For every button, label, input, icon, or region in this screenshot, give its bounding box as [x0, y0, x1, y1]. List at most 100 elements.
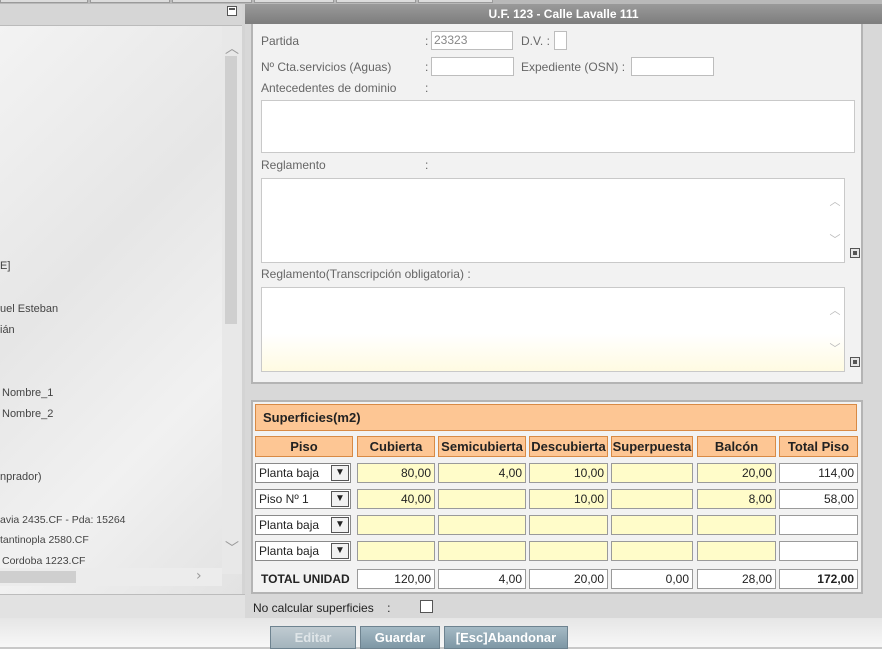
descubierta-cell[interactable] [529, 515, 608, 535]
semicubierta-cell[interactable] [438, 489, 526, 509]
chevron-down-icon[interactable]: ▼ [331, 517, 349, 533]
cubierta-cell[interactable]: 40,00 [357, 489, 435, 509]
expand-icon[interactable] [850, 248, 860, 258]
list-item[interactable]: avia 2435.CF - Pda: 15264 [0, 514, 126, 526]
colon: : [425, 81, 429, 95]
chevron-up-icon[interactable]: ︿ [225, 38, 239, 58]
abandonar-button[interactable]: [Esc]Abandonar [444, 626, 568, 649]
balcon-cell[interactable] [697, 515, 776, 535]
cubierta-cell[interactable] [357, 515, 435, 535]
descubierta-cell[interactable] [529, 541, 608, 561]
list-item[interactable]: Nombre_2 [2, 408, 53, 420]
tab[interactable] [172, 0, 252, 3]
list-item[interactable]: Cordoba 1223.CF [2, 555, 85, 567]
expediente-field[interactable] [631, 57, 714, 76]
scrollbar-thumb[interactable] [225, 56, 237, 324]
left-panel-header [0, 4, 242, 26]
tab[interactable] [336, 0, 416, 3]
descubierta-cell[interactable]: 10,00 [529, 489, 608, 509]
partida-label: Partida [261, 34, 300, 48]
no-calcular-checkbox[interactable] [420, 600, 433, 613]
total-descubierta: 20,00 [529, 569, 608, 589]
semicubierta-cell[interactable] [438, 515, 526, 535]
list-item[interactable]: tantinopla 2580.CF [0, 534, 89, 546]
piso-select-value: Piso Nº 1 [259, 492, 309, 506]
total-piso-cell: 58,00 [779, 489, 858, 509]
superpuesta-cell[interactable] [611, 515, 693, 535]
chevron-down-icon[interactable]: ▼ [331, 543, 349, 559]
colon: : [425, 60, 429, 74]
dv-label: D.V. : [521, 34, 550, 48]
list-item[interactable]: uel Esteban [0, 303, 58, 315]
chevron-up-icon[interactable]: ︿ [828, 302, 842, 318]
no-calcular-text: No calcular superficies [253, 601, 374, 615]
tab[interactable] [90, 0, 170, 3]
balcon-cell[interactable]: 20,00 [697, 463, 776, 483]
reglamento-label: Reglamento [261, 158, 326, 172]
column-header: Superpuesta [611, 436, 693, 457]
piso-select[interactable]: Planta baja ▼ [255, 463, 351, 483]
expand-icon[interactable] [850, 357, 860, 367]
chevron-down-icon[interactable]: ﹀ [828, 231, 842, 247]
antecedentes-textarea[interactable] [261, 100, 855, 153]
total-balcon: 28,00 [697, 569, 776, 589]
chevron-up-icon[interactable]: ︿ [828, 193, 842, 209]
piso-select[interactable]: Planta baja ▼ [255, 541, 351, 561]
chevron-down-icon[interactable]: ﹀ [225, 538, 239, 558]
tab[interactable] [254, 0, 334, 3]
superpuesta-cell[interactable] [611, 489, 693, 509]
list-item[interactable]: E] [0, 260, 10, 272]
cta-servicios-field[interactable] [431, 57, 514, 76]
total-semicubierta: 4,00 [438, 569, 526, 589]
total-unidad-label: TOTAL UNIDAD [261, 572, 350, 586]
minimize-icon[interactable] [227, 6, 237, 16]
reglamento-transcripcion-textarea[interactable]: ︿ ﹀ [261, 287, 845, 372]
piso-select[interactable]: Planta baja ▼ [255, 515, 351, 535]
column-header: Semicubierta [438, 436, 526, 457]
list-item[interactable]: Nombre_1 [2, 387, 53, 399]
descubierta-cell[interactable]: 10,00 [529, 463, 608, 483]
superpuesta-cell[interactable] [611, 463, 693, 483]
colon: : [387, 601, 391, 615]
antecedentes-label: Antecedentes de dominio [261, 81, 397, 95]
column-header: Total Piso [779, 436, 858, 457]
piso-select[interactable]: Piso Nº 1 ▼ [255, 489, 351, 509]
reglamento-transcripcion-label: Reglamento(Transcripción obligatoria) : [261, 267, 471, 281]
action-bar: Editar Guardar [Esc]Abandonar [0, 618, 882, 649]
reglamento-textarea[interactable]: ︿ ﹀ [261, 178, 845, 263]
window-title: U.F. 123 - Calle Lavalle 111 [245, 4, 882, 24]
superficies-section: Superficies(m2) Piso Cubierta Semicubier… [251, 400, 863, 594]
column-header: Balcón [697, 436, 776, 457]
chevron-right-icon[interactable]: › [196, 568, 202, 584]
cubierta-cell[interactable]: 80,00 [357, 463, 435, 483]
chevron-down-icon[interactable]: ﹀ [828, 340, 842, 356]
scrollbar-thumb[interactable] [0, 571, 76, 583]
balcon-cell[interactable]: 8,00 [697, 489, 776, 509]
list-item[interactable]: nprador) [0, 471, 42, 483]
guardar-button[interactable]: Guardar [360, 626, 440, 649]
left-list-pane: E] uel Esteban ián Nombre_1 Nombre_2 npr… [0, 26, 242, 594]
partida-field[interactable]: 23323 [431, 31, 513, 50]
horizontal-scrollbar[interactable]: › [0, 568, 222, 586]
column-header: Descubierta [529, 436, 608, 457]
chevron-down-icon[interactable]: ▼ [331, 465, 349, 481]
list-item[interactable]: ián [0, 324, 15, 336]
vertical-scrollbar[interactable]: ︿ ﹀ [222, 26, 242, 574]
cubierta-cell[interactable] [357, 541, 435, 561]
superpuesta-cell[interactable] [611, 541, 693, 561]
tab[interactable] [0, 0, 88, 3]
semicubierta-cell[interactable]: 4,00 [438, 463, 526, 483]
left-panel-footer [0, 594, 245, 618]
total-unidad-value: 172,00 [779, 569, 858, 589]
no-calcular-label: No calcular superficies : [253, 601, 390, 615]
chevron-down-icon[interactable]: ▼ [331, 491, 349, 507]
balcon-cell[interactable] [697, 541, 776, 561]
column-header: Cubierta [357, 436, 435, 457]
expediente-label: Expediente (OSN) : [521, 60, 626, 74]
editar-button[interactable]: Editar [270, 626, 356, 649]
tab[interactable] [418, 0, 493, 3]
dv-field[interactable] [554, 31, 567, 50]
total-piso-cell: 114,00 [779, 463, 858, 483]
colon: : [425, 158, 429, 172]
semicubierta-cell[interactable] [438, 541, 526, 561]
